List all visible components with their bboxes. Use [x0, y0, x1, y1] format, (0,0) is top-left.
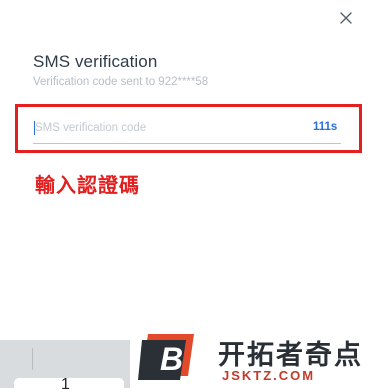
watermark-logo: B — [138, 334, 194, 380]
close-button[interactable] — [338, 10, 354, 26]
input-underline — [33, 143, 341, 144]
annotation-label: 輸入認證碼 — [35, 175, 140, 197]
watermark-url: JSKTZ.COM — [222, 368, 316, 383]
keypad-fragment: 1 — [0, 340, 130, 392]
watermark-name: 开拓者奇点 — [218, 340, 363, 370]
keypad-divider — [32, 348, 33, 370]
dialog-subtitle: Verification code sent to 922****58 — [33, 76, 209, 88]
keypad-key[interactable]: 1 — [14, 378, 124, 392]
close-icon — [340, 12, 352, 24]
svg-text:B: B — [160, 341, 183, 377]
text-caret — [34, 121, 35, 135]
dialog-title: SMS verification — [33, 52, 158, 71]
keypad-key-label: 1 — [61, 378, 70, 392]
sms-code-input[interactable] — [35, 119, 275, 137]
resend-countdown[interactable]: 111s — [313, 121, 337, 133]
